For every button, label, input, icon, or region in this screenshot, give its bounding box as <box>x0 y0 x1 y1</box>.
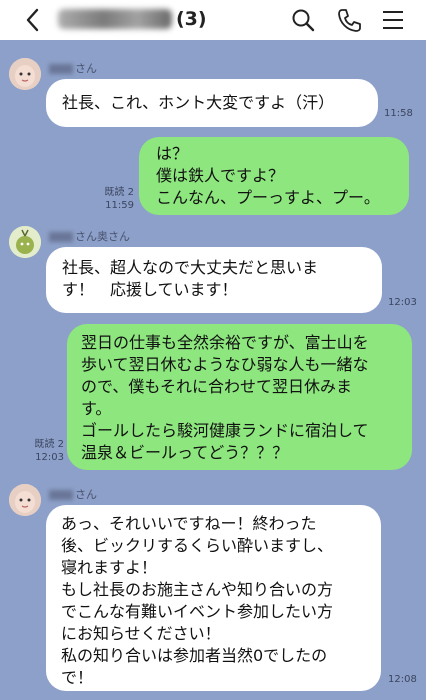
member-count: (3) <box>176 8 207 30</box>
sender-name: さん <box>49 486 97 502</box>
chat-header: (3) <box>0 0 426 40</box>
message-bubble[interactable]: 社長、超人なので大丈夫だと思いま す！ 応援しています！ <box>46 247 382 313</box>
read-receipt: 既読 2 12:03 <box>34 439 64 463</box>
chat-title-blurred <box>58 9 172 29</box>
sender-name: さん <box>49 60 97 76</box>
menu-icon[interactable] <box>380 7 406 33</box>
avatar[interactable] <box>9 226 41 258</box>
read-receipt: 既読 2 11:59 <box>104 187 134 211</box>
message-bubble[interactable]: は？ 僕は鉄人ですよ？ こんなん、プーっすよ、プー。 <box>139 137 409 215</box>
message-bubble[interactable]: あっ、それいいですねー！終わった 後、ビックリするくらい酔いますし、 寝れますよ… <box>46 505 381 691</box>
sender-name: さん奥さん <box>49 228 130 244</box>
phone-icon[interactable] <box>336 7 362 33</box>
message-bubble[interactable]: 社長、これ、ホント大変ですよ（汗） <box>46 79 378 127</box>
message-time: 12:03 <box>388 297 417 308</box>
back-icon[interactable] <box>20 6 46 34</box>
message-bubble[interactable]: 翌日の仕事も全然余裕ですが、富士山を 歩いて翌日休むようなひ弱な人も一緒な ので… <box>67 324 412 470</box>
avatar[interactable] <box>9 58 41 90</box>
message-time: 12:08 <box>388 674 417 685</box>
avatar[interactable] <box>9 484 41 516</box>
search-icon[interactable] <box>290 7 316 33</box>
message-time: 11:58 <box>384 108 413 119</box>
